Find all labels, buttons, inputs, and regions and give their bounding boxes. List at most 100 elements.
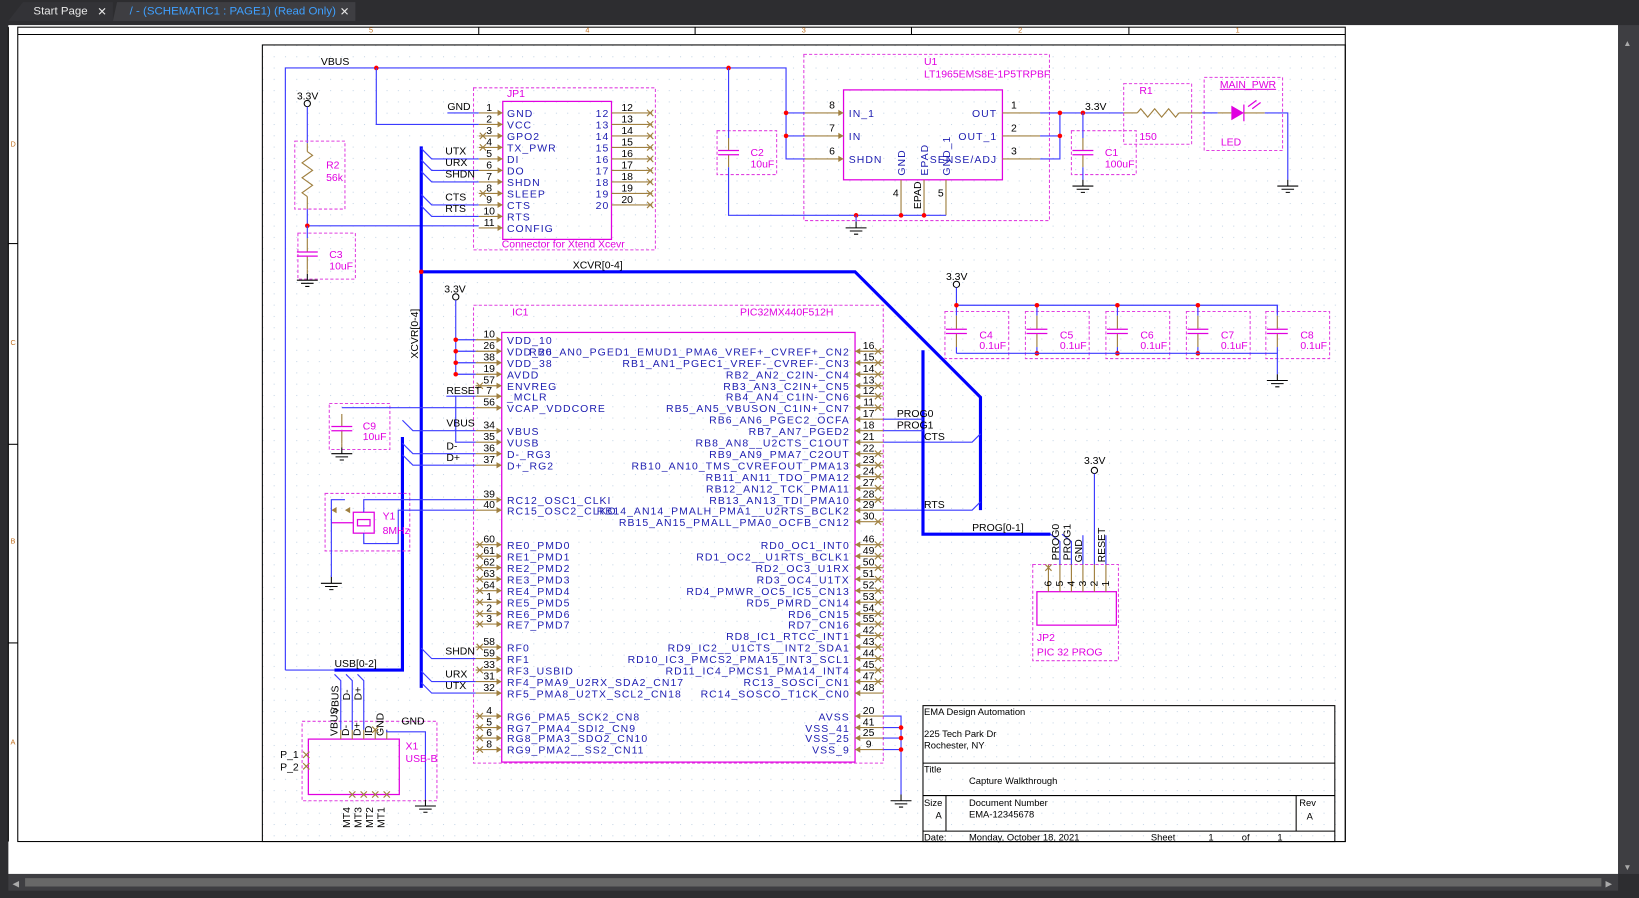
pin-name: RD10_IC3_PMCS2_PMA15_INT3_SCL1 xyxy=(628,655,850,666)
pin-name: RB2_AN2_C2IN-_CN4 xyxy=(726,370,850,381)
zone-column-label: 2 xyxy=(1018,25,1022,34)
title-block-company: EMA Design Automation xyxy=(924,706,1025,717)
pin-number: 8 xyxy=(486,183,492,194)
tab-schematic-page1[interactable]: / - (SCHEMATIC1 : PAGE1) (Read Only) ✕ xyxy=(112,2,356,21)
scroll-right-icon[interactable]: ▶ xyxy=(1606,879,1613,889)
pin-name: MT1 xyxy=(377,807,388,828)
pin-name: RD2_OC3_U1RX xyxy=(755,564,849,575)
u1-part-number: LT1965EMS8E-1P5TRPBF xyxy=(924,69,1050,80)
pin-name: RE1_PMD1 xyxy=(507,552,570,563)
zone-column-label: 1 xyxy=(1236,25,1240,34)
pin-name: RF0 xyxy=(507,643,530,654)
net-label-urx: URX xyxy=(445,669,467,680)
pin-name: RB10_AN10_TMS_CVREFOUT_PMA13 xyxy=(631,461,849,472)
pin-name: RF5_PMA8_U2TX_SCL2_CN18 xyxy=(507,689,682,700)
pin-number: 7 xyxy=(486,172,492,183)
title-block-date-label: Date: xyxy=(924,832,946,843)
scroll-left-icon[interactable]: ◀ xyxy=(13,879,20,889)
pin-name: VCAP_VDDCORE xyxy=(507,404,606,415)
pin-number: 33 xyxy=(483,660,495,671)
x1-part-number: USB-B xyxy=(406,754,438,765)
scroll-down-icon[interactable]: ▼ xyxy=(1623,862,1631,872)
pin-number: 7 xyxy=(486,386,492,397)
pin-number: 6 xyxy=(486,728,492,739)
pin-number: 8 xyxy=(486,739,492,750)
pin-name: RG9_PMA2__SS2_CN11 xyxy=(507,746,645,757)
title-block-rev-label: Rev xyxy=(1299,797,1316,808)
pin-name: 12 xyxy=(596,109,610,120)
close-tab-icon[interactable]: ✕ xyxy=(97,7,107,19)
pin-name: RB7_AN7_PGED2 xyxy=(749,427,850,438)
c1-value: 100uF xyxy=(1105,159,1135,170)
jp2-refdes: JP2 xyxy=(1037,633,1055,644)
pin-number: 20 xyxy=(863,706,875,717)
pin-name: MT2 xyxy=(365,807,376,828)
zone-row-label: A xyxy=(10,737,15,746)
pin-number: 2 xyxy=(486,604,492,615)
net-label-3v3: 3.3V xyxy=(1085,102,1107,113)
zone-column-label: 5 xyxy=(369,25,373,34)
pin-name: RD1_OC2__U1RTS_BCLK1 xyxy=(696,552,850,563)
pin-name: AVDD xyxy=(507,370,539,381)
horizontal-scrollbar[interactable]: ◀ ▶ xyxy=(8,873,1619,891)
title-block-size-label: Size xyxy=(924,797,942,808)
pin-number: 10 xyxy=(483,206,495,217)
net-label-reset: RESET xyxy=(1097,527,1108,562)
pin-number: 22 xyxy=(863,444,875,455)
close-tab-icon[interactable]: ✕ xyxy=(340,7,350,19)
pin-number: 20 xyxy=(621,195,633,206)
pin-name: RD7_CN16 xyxy=(788,620,850,631)
ic1-refdes: IC1 xyxy=(512,308,528,319)
pin-number: 10 xyxy=(483,330,495,341)
cap-value: 0.1uF xyxy=(1221,341,1248,352)
pin-name: DI xyxy=(507,155,520,166)
pin-name: RB11_AN11_TDO_PMA12 xyxy=(706,473,850,484)
net-label-gnd: GND xyxy=(401,716,425,727)
pin-number: 19 xyxy=(483,364,495,375)
pin-name: RG8_PMA3_SDO2_CN10 xyxy=(507,734,648,745)
pin-name: RB12_AN12_TCK_PMA11 xyxy=(706,484,850,495)
pin-number: 7 xyxy=(829,124,835,135)
r2-value: 56k xyxy=(326,173,344,184)
pin-number: 12 xyxy=(863,386,875,397)
title-block-of-label: of xyxy=(1242,832,1250,843)
pin-name: 18 xyxy=(596,178,610,189)
net-label-prog1: PROG1 xyxy=(897,421,934,432)
junction-dot xyxy=(453,337,459,343)
tab-start-page[interactable]: Start Page ✕ xyxy=(8,2,113,21)
pin-number: 58 xyxy=(483,637,495,648)
junction-dot xyxy=(1057,133,1063,139)
led-refdes: MAIN_PWR xyxy=(1220,80,1277,91)
pin-number: 17 xyxy=(863,409,875,420)
pin-name: RE0_PMD0 xyxy=(507,541,570,552)
junction-dot xyxy=(898,725,904,730)
scrollbar-thumb[interactable] xyxy=(25,878,1602,887)
pin-number: 25 xyxy=(863,728,875,739)
pin-number: 4 xyxy=(1067,580,1078,586)
pin-number: 17 xyxy=(621,160,633,171)
pin-name: RB15_AN15_PMALL_PMA0_OCFB_CN12 xyxy=(619,518,850,529)
pin-name: RB1_AN1_PGEC1_VREF-_CVREF-_CN3 xyxy=(622,359,849,370)
net-label-urx: URX xyxy=(445,158,467,169)
pin-number: 57 xyxy=(483,376,495,387)
pin-name: TX_PWR xyxy=(507,144,557,155)
title-block-size: A xyxy=(936,810,943,821)
pin-number: 12 xyxy=(621,103,633,114)
net-label-shdn: SHDN xyxy=(445,646,475,657)
vertical-scrollbar[interactable]: ▲ ▼ xyxy=(1618,25,1639,874)
junction-dot xyxy=(783,133,789,139)
pin-name: MT3 xyxy=(354,807,365,828)
pin-name: AVSS xyxy=(819,712,850,723)
zone-row-label: B xyxy=(10,537,15,546)
pin-name: 14 xyxy=(596,132,610,143)
pin-number: 5 xyxy=(1055,580,1066,586)
net-label-vbus: VBUS xyxy=(331,686,342,714)
pin-number: 50 xyxy=(863,558,875,569)
net-label-dplus: D+ xyxy=(354,687,365,701)
title-block-address1: 225 Tech Park Dr xyxy=(924,728,996,739)
pin-name: RB3_AN3_C2IN+_CN5 xyxy=(723,382,850,393)
pin-number: 16 xyxy=(621,149,633,160)
junction-dot xyxy=(898,213,904,218)
scroll-up-icon[interactable]: ▲ xyxy=(1623,38,1631,48)
pin-name: VBUS xyxy=(507,427,540,438)
